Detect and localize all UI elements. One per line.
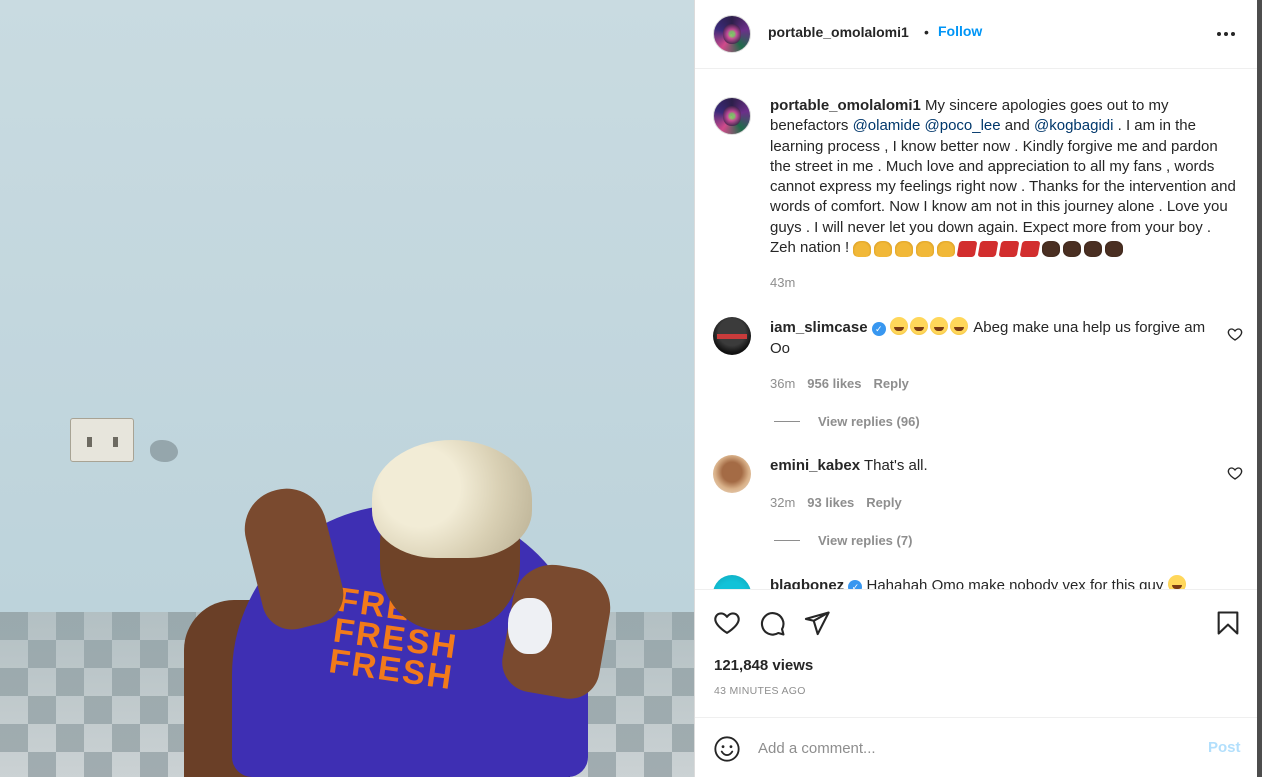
hundred-emoji bbox=[977, 241, 999, 258]
comment-text: blaqbonez ✓ Hahahah Omo make nobody vex … bbox=[770, 575, 1210, 589]
hundred-emoji bbox=[1019, 241, 1041, 258]
post-timestamp[interactable]: 43 MINUTES AGO bbox=[714, 685, 806, 697]
follow-button[interactable]: Follow bbox=[938, 23, 982, 39]
mention-link[interactable]: @poco_lee bbox=[925, 117, 1001, 134]
author-avatar[interactable] bbox=[713, 15, 751, 53]
person-hair bbox=[372, 440, 532, 558]
post-comment-button[interactable]: Post bbox=[1208, 739, 1241, 756]
commenter-username[interactable]: emini_kabex bbox=[770, 457, 860, 474]
commenter-username[interactable]: blaqbonez bbox=[770, 577, 844, 589]
reply-button[interactable]: Reply bbox=[874, 376, 909, 391]
comment-bubble-icon[interactable] bbox=[758, 609, 786, 637]
caption-username[interactable]: portable_omolalomi1 bbox=[770, 97, 921, 114]
fist-emoji bbox=[1084, 241, 1103, 258]
reply-button[interactable]: Reply bbox=[866, 495, 901, 510]
wall-hole bbox=[150, 440, 178, 462]
commenter-avatar[interactable] bbox=[713, 575, 751, 589]
fist-emoji bbox=[1063, 241, 1082, 258]
view-replies-button[interactable]: View replies (96) bbox=[774, 414, 920, 429]
pray-emoji bbox=[895, 241, 914, 258]
commenter-avatar[interactable] bbox=[713, 455, 751, 493]
comments-list[interactable]: portable_omolalomi1 My sincere apologies… bbox=[695, 69, 1258, 589]
author-username[interactable]: portable_omolalomi1 bbox=[768, 24, 909, 40]
caption-emoji-run bbox=[853, 241, 1126, 261]
separator-dot: • bbox=[924, 24, 929, 40]
comment-input[interactable] bbox=[758, 733, 1178, 763]
pray-emoji bbox=[874, 241, 893, 258]
commenter-username[interactable]: iam_slimcase bbox=[770, 319, 868, 336]
pray-emoji bbox=[937, 241, 956, 258]
like-comment-icon[interactable] bbox=[1227, 326, 1243, 342]
laughing-emoji bbox=[949, 317, 968, 335]
laughing-emoji bbox=[929, 317, 948, 335]
hundred-emoji bbox=[956, 241, 978, 258]
view-replies-button[interactable]: View replies (7) bbox=[774, 533, 912, 548]
add-comment-bar: Post bbox=[695, 717, 1258, 777]
post-media-video[interactable]: FRESH FRESH FRESH bbox=[0, 0, 694, 777]
laughing-emoji bbox=[1167, 575, 1186, 589]
comment-likes[interactable]: 956 likes bbox=[807, 376, 861, 391]
pray-emoji bbox=[853, 241, 872, 258]
verified-badge-icon: ✓ bbox=[848, 580, 863, 589]
laughing-emoji bbox=[909, 317, 928, 335]
comment-text: emini_kabex That's all. bbox=[770, 457, 928, 474]
post-sidebar: portable_omolalomi1 • Follow portable_om… bbox=[694, 0, 1258, 777]
comment-meta: 32m 93 likes Reply bbox=[770, 495, 914, 510]
share-plane-icon[interactable] bbox=[803, 609, 831, 637]
caption-text: portable_omolalomi1 My sincere apologies… bbox=[770, 96, 1240, 261]
fist-emoji bbox=[1105, 241, 1124, 258]
mention-link[interactable]: @kogbagidi bbox=[1034, 117, 1113, 134]
divider-line bbox=[774, 421, 800, 422]
hundred-emoji bbox=[998, 241, 1020, 258]
wall-socket bbox=[70, 418, 134, 462]
save-bookmark-icon[interactable] bbox=[1214, 609, 1242, 637]
comment-likes[interactable]: 93 likes bbox=[807, 495, 854, 510]
comment-text: iam_slimcase ✓ Abeg make una help us for… bbox=[770, 317, 1206, 357]
comment-time[interactable]: 36m bbox=[770, 376, 795, 391]
caption-author-avatar[interactable] bbox=[713, 97, 751, 135]
laughing-emoji bbox=[889, 317, 908, 335]
emoji-smiley-icon[interactable] bbox=[713, 735, 741, 763]
views-count[interactable]: 121,848 views bbox=[714, 657, 813, 674]
comment-time[interactable]: 32m bbox=[770, 495, 795, 510]
post-actions: 121,848 views 43 MINUTES AGO bbox=[695, 589, 1258, 717]
instagram-post-modal: FRESH FRESH FRESH portable_omolalomi1 • … bbox=[0, 0, 1262, 777]
like-heart-icon[interactable] bbox=[713, 609, 741, 637]
verified-badge-icon: ✓ bbox=[871, 322, 886, 336]
post-header: portable_omolalomi1 • Follow bbox=[695, 0, 1258, 69]
tissue bbox=[508, 598, 552, 654]
mention-link[interactable]: @olamide bbox=[853, 117, 921, 134]
pray-emoji bbox=[916, 241, 935, 258]
commenter-avatar[interactable] bbox=[713, 317, 751, 355]
comment-meta: 36m 956 likes Reply bbox=[770, 376, 921, 391]
caption-timestamp[interactable]: 43m bbox=[770, 275, 795, 290]
more-options-icon[interactable] bbox=[1213, 22, 1239, 46]
page-scrollbar-edge bbox=[1257, 0, 1262, 777]
divider-line bbox=[774, 540, 800, 541]
like-comment-icon[interactable] bbox=[1227, 465, 1243, 481]
fist-emoji bbox=[1042, 241, 1061, 258]
